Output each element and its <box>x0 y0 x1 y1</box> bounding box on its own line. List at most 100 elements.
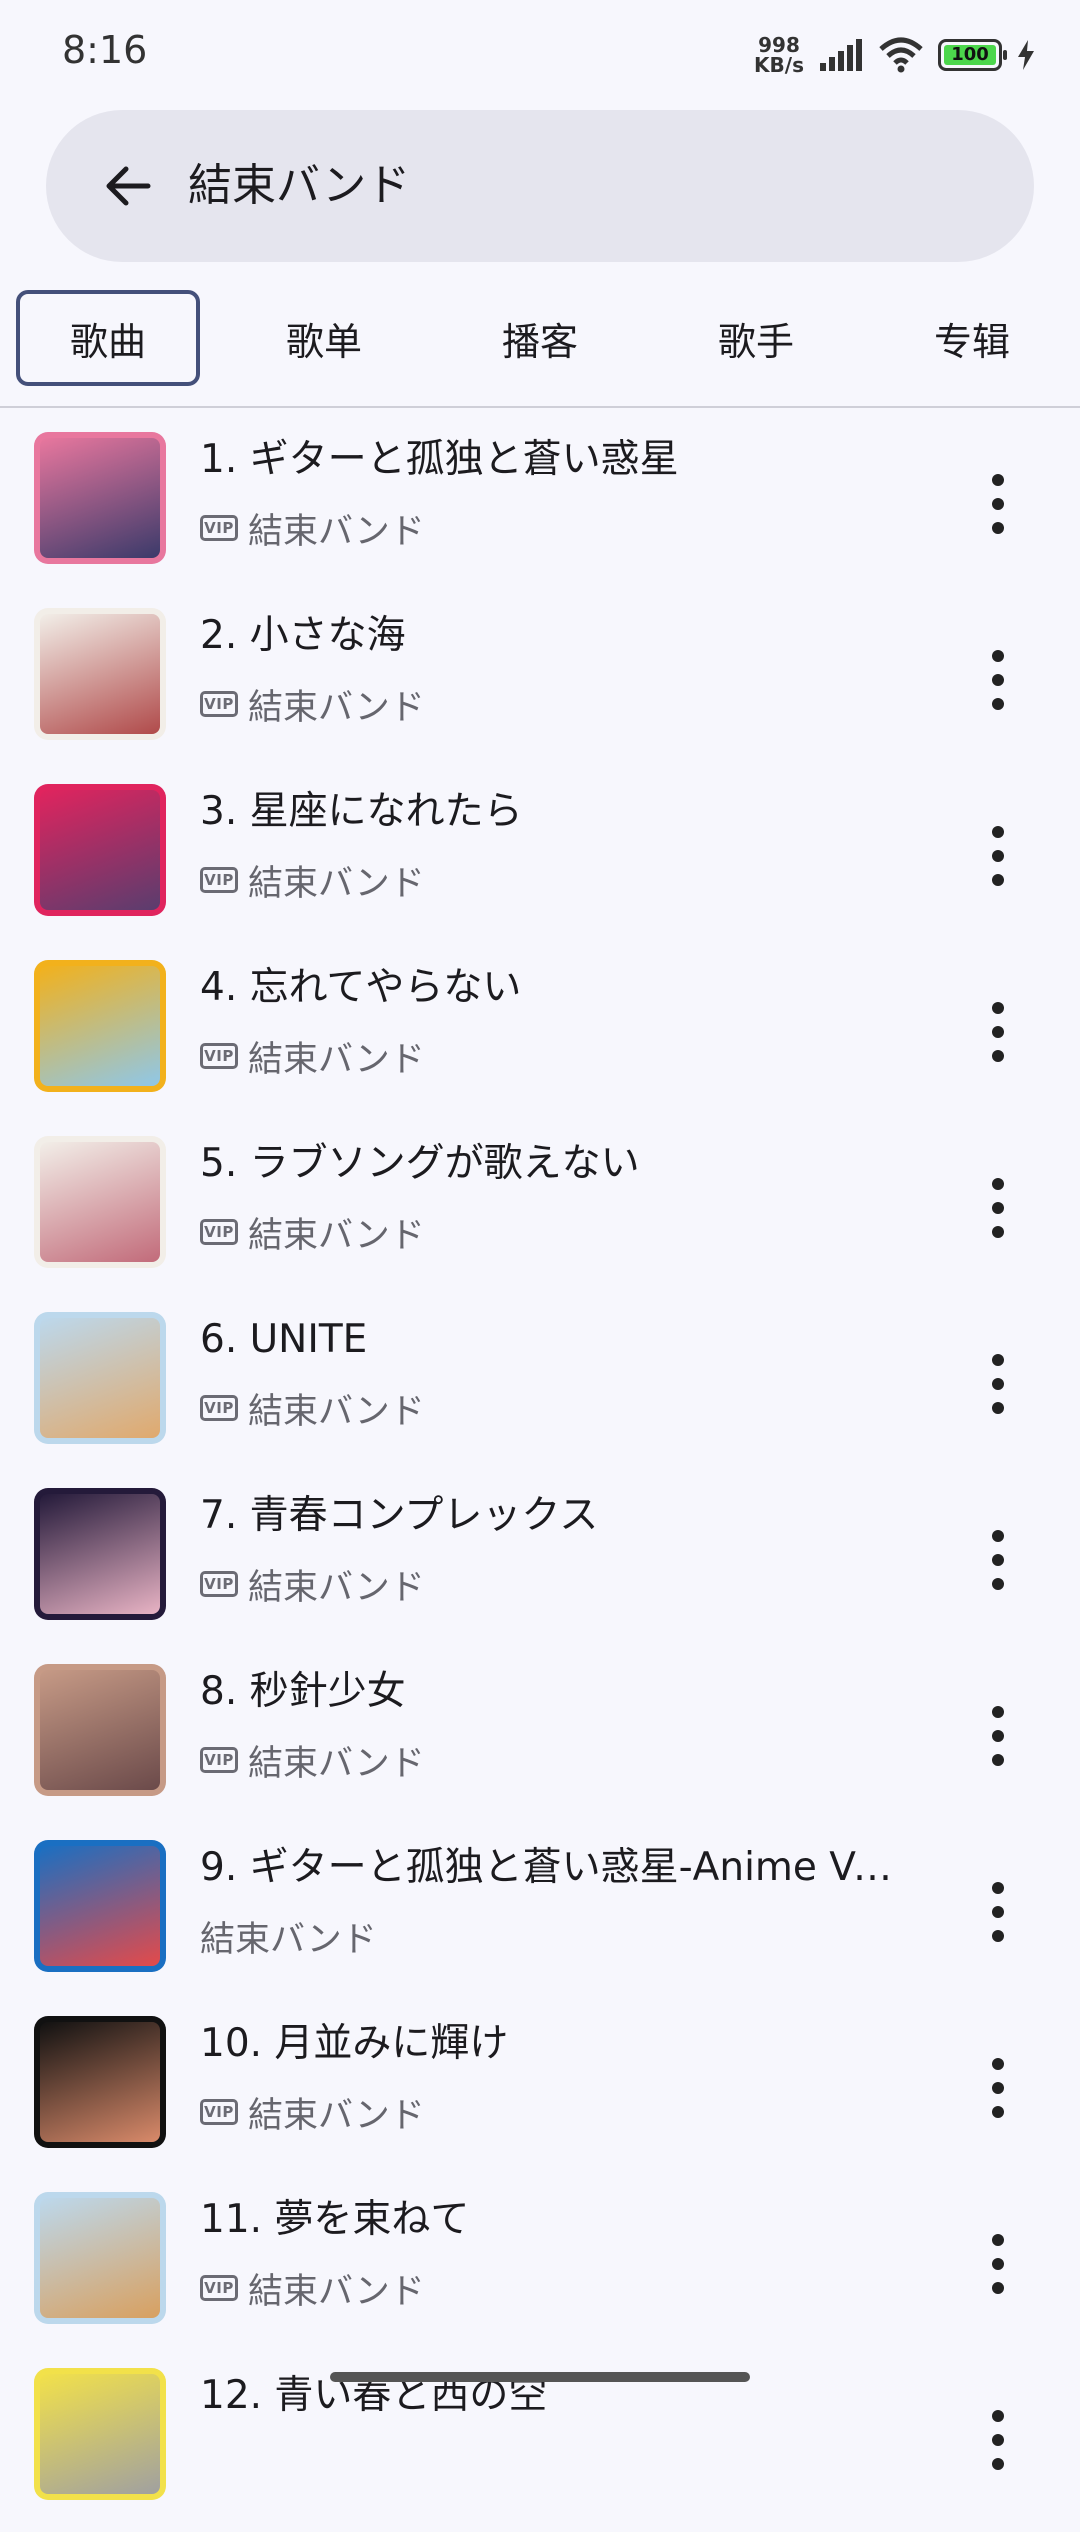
more-options-icon[interactable] <box>978 1168 1018 1248</box>
tab-artists[interactable]: 歌手 <box>664 290 848 386</box>
status-bar: 8:16 998 KB/s 100 <box>0 0 1080 110</box>
home-indicator[interactable] <box>330 2372 750 2382</box>
dot <box>992 826 1004 838</box>
song-row[interactable]: 12. 青い春と西の空 <box>0 2356 1080 2532</box>
song-artist: 結束バンド <box>248 511 425 552</box>
dot <box>992 2234 1004 2246</box>
album-cover-image <box>34 1488 166 1620</box>
search-query[interactable]: 結束バンド <box>188 156 410 216</box>
more-options-icon[interactable] <box>978 640 1018 720</box>
song-meta: VIP 結束バンド <box>200 1732 425 1788</box>
signal-icon <box>820 39 862 71</box>
song-artist: 結束バンド <box>248 863 425 904</box>
dot <box>992 1402 1004 1414</box>
song-meta: VIP 結束バンド <box>200 1556 425 1612</box>
vip-badge: VIP <box>200 1043 238 1069</box>
dot <box>992 2106 1004 2118</box>
more-options-icon[interactable] <box>978 992 1018 1072</box>
album-cover-image <box>34 1312 166 1444</box>
album-art <box>40 2022 160 2142</box>
tab-podcasts[interactable]: 播客 <box>448 290 632 386</box>
more-options-icon[interactable] <box>978 816 1018 896</box>
song-meta: VIP 結束バンド <box>200 2260 425 2316</box>
song-row[interactable]: 9. ギターと孤独と蒼い惑星-Anime Version 結束バンド <box>0 1828 1080 2004</box>
song-artist: 結束バンド <box>248 1215 425 1256</box>
dot <box>992 1002 1004 1014</box>
more-options-icon[interactable] <box>978 2224 1018 2304</box>
album-cover-image <box>34 2368 166 2500</box>
vip-badge: VIP <box>200 2099 238 2125</box>
dot <box>992 874 1004 886</box>
album-art <box>40 1142 160 1262</box>
back-arrow-icon[interactable] <box>98 156 158 216</box>
dot <box>992 1530 1004 1542</box>
album-cover-image <box>34 2016 166 2148</box>
battery-icon: 100 <box>938 39 1007 71</box>
song-artist: 結束バンド <box>200 1919 377 1960</box>
more-options-icon[interactable] <box>978 1344 1018 1424</box>
song-row[interactable]: 4. 忘れてやらない VIP 結束バンド <box>0 948 1080 1124</box>
album-cover-image <box>34 432 166 564</box>
vip-badge: VIP <box>200 515 238 541</box>
tab-playlists[interactable]: 歌单 <box>232 290 416 386</box>
album-art <box>40 1670 160 1790</box>
song-artist: 結束バンド <box>248 2271 425 2312</box>
dot <box>992 2458 1004 2470</box>
dot <box>992 698 1004 710</box>
album-art <box>40 2198 160 2318</box>
more-options-icon[interactable] <box>978 1696 1018 1776</box>
wifi-icon <box>879 37 923 73</box>
song-title: 1. ギターと孤独と蒼い惑星 <box>200 437 679 482</box>
album-art <box>40 2374 160 2494</box>
dot <box>992 2258 1004 2270</box>
song-row[interactable]: 7. 青春コンプレックス VIP 結束バンド <box>0 1476 1080 1652</box>
song-title: 3. 星座になれたら <box>200 789 523 834</box>
song-title: 6. UNITE <box>200 1317 368 1362</box>
more-options-icon[interactable] <box>978 464 1018 544</box>
song-row[interactable]: 6. UNITE VIP 結束バンド <box>0 1300 1080 1476</box>
song-row[interactable]: 5. ラブソングが歌えない VIP 結束バンド <box>0 1124 1080 1300</box>
dot <box>992 522 1004 534</box>
song-meta: VIP 結束バンド <box>200 1380 425 1436</box>
song-title: 5. ラブソングが歌えない <box>200 1141 640 1186</box>
dot <box>992 1378 1004 1390</box>
dot <box>992 1906 1004 1918</box>
album-art <box>40 966 160 1086</box>
more-options-icon[interactable] <box>978 2048 1018 2128</box>
song-row[interactable]: 11. 夢を束ねて VIP 結束バンド <box>0 2180 1080 2356</box>
dot <box>992 1050 1004 1062</box>
vip-badge: VIP <box>200 1747 238 1773</box>
dot <box>992 1930 1004 1942</box>
song-artist: 結束バンド <box>248 1039 425 1080</box>
vip-badge: VIP <box>200 691 238 717</box>
more-options-icon[interactable] <box>978 1872 1018 1952</box>
dot <box>992 1578 1004 1590</box>
song-title: 9. ギターと孤独と蒼い惑星-Anime Version <box>200 1845 900 1890</box>
album-cover-image <box>34 2192 166 2324</box>
dot <box>992 1706 1004 1718</box>
song-row[interactable]: 1. ギターと孤独と蒼い惑星 VIP 結束バンド <box>0 420 1080 596</box>
song-meta: VIP 結束バンド <box>200 500 425 556</box>
song-title: 7. 青春コンプレックス <box>200 1493 599 1538</box>
album-cover-image <box>34 1664 166 1796</box>
more-options-icon[interactable] <box>978 1520 1018 1600</box>
vip-badge: VIP <box>200 867 238 893</box>
charging-icon <box>1018 40 1034 70</box>
more-options-icon[interactable] <box>978 2400 1018 2480</box>
album-art <box>40 1494 160 1614</box>
song-row[interactable]: 3. 星座になれたら VIP 結束バンド <box>0 772 1080 948</box>
song-meta: 結束バンド <box>200 1908 377 1964</box>
song-title: 11. 夢を束ねて <box>200 2197 470 2242</box>
search-bar[interactable]: 結束バンド <box>46 110 1034 262</box>
song-title: 8. 秒針少女 <box>200 1669 406 1714</box>
vip-badge: VIP <box>200 1395 238 1421</box>
song-row[interactable]: 10. 月並みに輝け VIP 結束バンド <box>0 2004 1080 2180</box>
song-row[interactable]: 2. 小さな海 VIP 結束バンド <box>0 596 1080 772</box>
song-meta: VIP 結束バンド <box>200 1204 425 1260</box>
vip-badge: VIP <box>200 1219 238 1245</box>
dot <box>992 1178 1004 1190</box>
tab-albums[interactable]: 专辑 <box>880 290 1064 386</box>
tab-songs[interactable]: 歌曲 <box>16 290 200 386</box>
vip-badge: VIP <box>200 1571 238 1597</box>
song-row[interactable]: 8. 秒針少女 VIP 結束バンド <box>0 1652 1080 1828</box>
